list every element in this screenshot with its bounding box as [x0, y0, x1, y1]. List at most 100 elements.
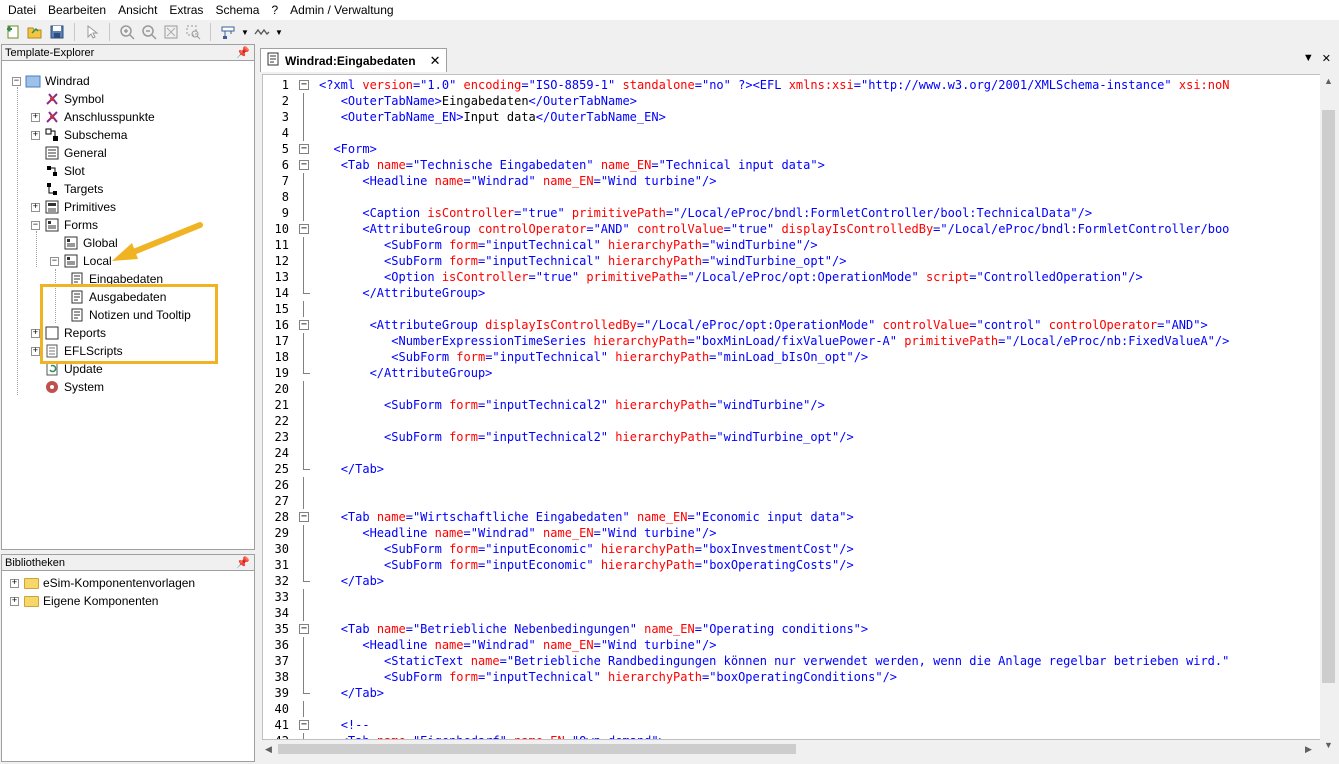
- collapse-icon[interactable]: −: [12, 76, 21, 86]
- code-line[interactable]: 23 <SubForm form="inputTechnical2" hiera…: [263, 429, 1323, 445]
- tree-node-primitives[interactable]: + Primitives: [31, 198, 116, 216]
- tree-node-subschema[interactable]: + Subschema: [31, 126, 127, 144]
- expand-icon[interactable]: +: [31, 130, 40, 140]
- menu-admin[interactable]: Admin / Verwaltung: [284, 0, 399, 20]
- expand-icon[interactable]: +: [31, 202, 40, 212]
- layout-dropdown-icon[interactable]: ▼: [240, 28, 250, 37]
- collapse-icon[interactable]: −: [31, 220, 40, 230]
- menu-extras[interactable]: Extras: [163, 0, 209, 20]
- code-line[interactable]: 38 <SubForm form="inputTechnical" hierar…: [263, 669, 1323, 685]
- tree-node-forms[interactable]: − Forms: [31, 216, 98, 234]
- menu-ansicht[interactable]: Ansicht: [112, 0, 163, 20]
- code-line[interactable]: 31 <SubForm form = "inputEconomic" hierarc…: [263, 557, 1323, 573]
- tree-node-eingabedaten[interactable]: Eingabedaten: [69, 270, 163, 288]
- new-icon[interactable]: [3, 22, 23, 42]
- tree-node-notizen[interactable]: Notizen und Tooltip: [69, 306, 191, 324]
- fold-toggle-icon[interactable]: −: [289, 157, 319, 173]
- horizontal-scrollbar[interactable]: ◀ ▶: [262, 741, 1319, 757]
- connector-icon[interactable]: [252, 22, 272, 42]
- code-line[interactable]: 25 </Tab>: [263, 461, 1323, 477]
- zoom-in-icon[interactable]: [117, 22, 137, 42]
- fold-toggle-icon[interactable]: −: [289, 221, 319, 237]
- code-line[interactable]: 20: [263, 381, 1323, 397]
- zoom-out-icon[interactable]: [139, 22, 159, 42]
- expand-icon[interactable]: +: [31, 346, 40, 356]
- code-line[interactable]: 2 <OuterTabName>Eingabedaten</OuterTabNa…: [263, 93, 1323, 109]
- scroll-down-icon[interactable]: ▼: [1324, 740, 1333, 750]
- menu-help[interactable]: ?: [265, 0, 284, 20]
- tab-windrad-eingabedaten[interactable]: Windrad:Eingabedaten ✕: [260, 48, 448, 72]
- tree-node-general[interactable]: General: [31, 144, 107, 162]
- code-line[interactable]: 34: [263, 605, 1323, 621]
- close-document-icon[interactable]: ✕: [1322, 52, 1331, 65]
- code-line[interactable]: 18 <SubForm form="inputTechnical" hierar…: [263, 349, 1323, 365]
- tab-list-dropdown-icon[interactable]: ▼: [1303, 52, 1314, 65]
- code-line[interactable]: 14 </AttributeGroup>: [263, 285, 1323, 301]
- code-line[interactable]: 6− <Tab name="Technische Eingabedaten" n…: [263, 157, 1323, 173]
- scroll-up-icon[interactable]: ▲: [1324, 76, 1333, 86]
- fold-toggle-icon[interactable]: −: [289, 317, 319, 333]
- code-line[interactable]: 11 <SubForm form="inputTechnical" hierar…: [263, 237, 1323, 253]
- tree-node-ausgabedaten[interactable]: Ausgabedaten: [69, 288, 166, 306]
- close-icon[interactable]: ✕: [430, 53, 441, 69]
- tree-node-update[interactable]: Update: [31, 360, 103, 378]
- layout-icon[interactable]: [218, 22, 238, 42]
- code-line[interactable]: 15: [263, 301, 1323, 317]
- fold-toggle-icon[interactable]: −: [289, 621, 319, 637]
- pin-icon[interactable]: 📌: [236, 556, 250, 569]
- horizontal-scroll-thumb[interactable]: [278, 744, 796, 754]
- tree-node-anschlusspunkte[interactable]: + Anschlusspunkte: [31, 108, 155, 126]
- code-line[interactable]: 29 <Headline name="Windrad" name_EN="Win…: [263, 525, 1323, 541]
- code-line[interactable]: 4: [263, 125, 1323, 141]
- fold-toggle-icon[interactable]: −: [289, 141, 319, 157]
- code-editor[interactable]: 1− <?xml version="1.0" encoding="ISO-8859…: [262, 74, 1335, 740]
- save-icon[interactable]: [47, 22, 67, 42]
- pin-icon[interactable]: 📌: [236, 46, 250, 59]
- tree-node-local[interactable]: − Local: [50, 252, 112, 270]
- library-node-esim[interactable]: + eSim-Komponentenvorlagen: [10, 574, 195, 592]
- code-line[interactable]: 35− <Tab name="Betriebliche Nebenbedingu…: [263, 621, 1323, 637]
- tree-node-targets[interactable]: Targets: [31, 180, 103, 198]
- expand-icon[interactable]: +: [31, 328, 40, 338]
- fold-toggle-icon[interactable]: −: [289, 77, 319, 93]
- code-line[interactable]: 10− <AttributeGroup controlOperator="AND…: [263, 221, 1323, 237]
- zoom-selection-icon[interactable]: [183, 22, 203, 42]
- code-line[interactable]: 3 <OuterTabName_EN>Input data</OuterTabN…: [263, 109, 1323, 125]
- tree-node-system[interactable]: System: [31, 378, 104, 396]
- code-line[interactable]: 17 <NumberExpressionTimeSeries hierarchy…: [263, 333, 1323, 349]
- code-line[interactable]: 7 <Headline name="Windrad" name_EN="Wind…: [263, 173, 1323, 189]
- code-line[interactable]: 19 </AttributeGroup>: [263, 365, 1323, 381]
- code-line[interactable]: 41− <!--: [263, 717, 1323, 733]
- code-line[interactable]: 13 <Option isController="true" primitive…: [263, 269, 1323, 285]
- menu-schema[interactable]: Schema: [209, 0, 265, 20]
- pointer-icon[interactable]: [82, 22, 102, 42]
- menu-datei[interactable]: Datei: [2, 0, 42, 20]
- scroll-left-icon[interactable]: ◀: [265, 744, 272, 755]
- zoom-fit-icon[interactable]: [161, 22, 181, 42]
- tree-node-slot[interactable]: Slot: [31, 162, 85, 180]
- expand-icon[interactable]: +: [31, 112, 40, 122]
- tree-node-windrad[interactable]: − Windrad: [12, 72, 90, 90]
- expand-icon[interactable]: +: [10, 578, 19, 588]
- tree-node-global[interactable]: Global: [50, 234, 118, 252]
- expand-icon[interactable]: +: [10, 596, 19, 606]
- code-line[interactable]: 32 </Tab>: [263, 573, 1323, 589]
- code-line[interactable]: 16− <AttributeGroup displayIsControlledB…: [263, 317, 1323, 333]
- open-icon[interactable]: [25, 22, 45, 42]
- collapse-icon[interactable]: −: [50, 256, 59, 266]
- fold-toggle-icon[interactable]: −: [289, 717, 319, 733]
- vertical-scroll-thumb[interactable]: [1322, 110, 1335, 683]
- code-line[interactable]: 5− <Form>: [263, 141, 1323, 157]
- code-line[interactable]: 12 <SubForm form="inputTechnical" hierar…: [263, 253, 1323, 269]
- code-line[interactable]: 36 <Headline name="Windrad" name_EN="Win…: [263, 637, 1323, 653]
- code-line[interactable]: 27: [263, 493, 1323, 509]
- code-line[interactable]: 37 <StaticText name="Betriebliche Randbe…: [263, 653, 1323, 669]
- code-line[interactable]: 8: [263, 189, 1323, 205]
- library-node-eigene[interactable]: + Eigene Komponenten: [10, 592, 158, 610]
- code-line[interactable]: 39 </Tab>: [263, 685, 1323, 701]
- code-line[interactable]: 26: [263, 477, 1323, 493]
- connector-dropdown-icon[interactable]: ▼: [274, 28, 284, 37]
- code-line[interactable]: 1− <?xml version="1.0" encoding="ISO-8859…: [263, 77, 1323, 93]
- scroll-right-icon[interactable]: ▶: [1305, 744, 1312, 755]
- code-line[interactable]: 40: [263, 701, 1323, 717]
